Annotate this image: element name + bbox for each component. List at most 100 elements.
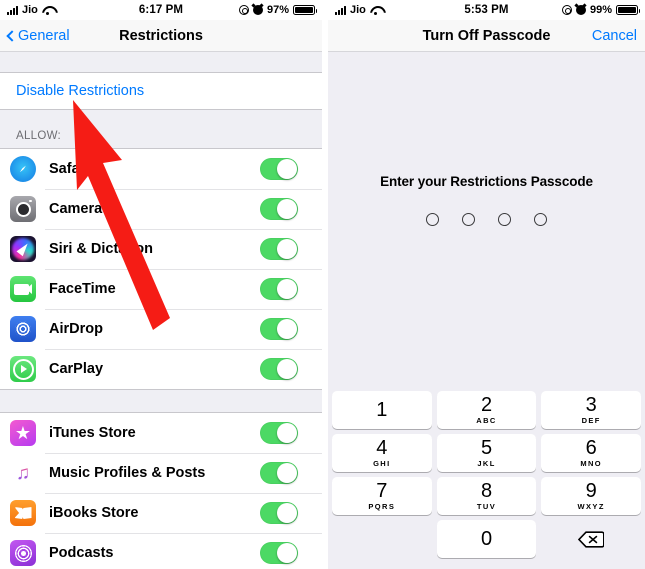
list-item-label: CarPlay [49,361,104,377]
status-right-group: 99% [561,4,640,16]
key-number: 4 [376,437,388,459]
music-icon [10,460,36,486]
ibooks-store-toggle[interactable] [260,502,298,524]
siri-toggle[interactable] [260,238,298,260]
list-item-label: Podcasts [49,545,114,561]
key-5[interactable]: 5 JKL [436,434,537,472]
airdrop-toggle[interactable] [260,318,298,340]
key-number: 5 [480,437,493,459]
list-item[interactable]: FaceTime [0,269,322,309]
battery-percent-label: 99% [589,4,612,16]
store-list: iTunes Store Music Profiles & Posts iBoo… [0,412,322,569]
list-item[interactable]: Music Profiles & Posts [0,453,322,493]
top-spacer [0,52,322,72]
key-9[interactable]: 9 WXYZ [541,477,642,515]
key-letters: JKL [477,459,496,468]
key-6[interactable]: 6 MNO [541,434,642,472]
list-item[interactable]: iBooks Store [0,493,322,533]
allow-list: Safari Camera Siri & Dictation FaceTime [0,148,322,390]
key-letters: PQRS [368,502,396,511]
list-item-label: Camera [49,201,103,217]
list-item[interactable]: Podcasts [0,533,322,569]
key-letters: DEF [581,416,601,425]
passcode-prompt-area: Enter your Restrictions Passcode [328,52,645,387]
list-item[interactable]: AirDrop [0,309,322,349]
key-4[interactable]: 4 GHI [332,434,432,472]
key-number: 6 [585,437,597,459]
key-1[interactable]: 1 [332,391,432,429]
alarm-clock-icon [575,5,586,15]
key-number: 0 [480,528,493,550]
passcode-entry-screen: Enter your Restrictions Passcode 1 2 ABC… [328,52,645,569]
list-item-label: iBooks Store [49,505,139,521]
key-letters: ABC [476,416,497,425]
carplay-icon [10,356,36,382]
backspace-delete-icon [578,530,605,548]
cancel-button[interactable]: Cancel [592,28,637,44]
disable-restrictions-label: Disable Restrictions [16,83,145,99]
key-7[interactable]: 7 PQRS [332,477,432,515]
right-status-bar: Jio 5:53 PM 99% [328,0,645,20]
key-number: 1 [376,398,388,421]
key-letters: TUV [476,502,497,511]
podcasts-toggle[interactable] [260,542,298,564]
passcode-prompt-label: Enter your Restrictions Passcode [380,174,593,189]
left-nav-bar: General Restrictions [0,20,322,52]
battery-percent-label: 97% [266,4,289,16]
chevron-left-icon [6,29,18,42]
back-label: General [18,27,70,44]
key-number: 7 [376,480,388,502]
rotation-lock-icon [238,5,249,15]
list-item-label: Music Profiles & Posts [49,465,206,481]
key-letters: WXYZ [577,502,605,511]
list-item[interactable]: Camera [0,189,322,229]
key-number: 8 [480,480,493,502]
group-separator [0,390,322,412]
siri-icon [10,236,36,262]
safari-toggle[interactable] [260,158,298,180]
left-phone-screen: Jio 6:17 PM 97% General Restrictions Dis… [0,0,322,569]
podcasts-icon [10,540,36,566]
right-nav-bar: Turn Off Passcode Cancel [328,20,645,52]
list-item-label: AirDrop [49,321,103,337]
list-item[interactable]: iTunes Store [0,413,322,453]
list-item[interactable]: Safari [0,149,322,189]
battery-icon [616,5,640,15]
list-item[interactable]: Siri & Dictation [0,229,322,269]
passcode-dots [426,213,547,226]
list-item-label: Safari [49,161,90,177]
list-item[interactable]: CarPlay [0,349,322,389]
list-item-label: iTunes Store [49,425,136,441]
key-8[interactable]: 8 TUV [436,477,537,515]
status-right-group: 97% [238,4,317,16]
camera-toggle[interactable] [260,198,298,220]
keypad-empty-slot [332,520,432,558]
safari-icon [10,156,36,182]
battery-icon [293,5,317,15]
facetime-icon [10,276,36,302]
passcode-dot [498,213,511,226]
key-letters: MNO [580,459,603,468]
passcode-dot [426,213,439,226]
airdrop-icon [10,316,36,342]
carplay-toggle[interactable] [260,358,298,380]
allow-group-header: ALLOW: [0,110,322,148]
key-3[interactable]: 3 DEF [541,391,642,429]
key-number: 2 [480,394,493,416]
list-item-label: FaceTime [49,281,116,297]
keypad-row: 7 PQRS 8 TUV 9 WXYZ [332,477,642,515]
key-2[interactable]: 2 ABC [436,391,537,429]
facetime-toggle[interactable] [260,278,298,300]
backspace-key[interactable] [541,520,641,558]
disable-restrictions-button[interactable]: Disable Restrictions [0,72,322,110]
key-0[interactable]: 0 [436,520,537,558]
key-letters: GHI [373,459,391,468]
key-number: 9 [585,480,597,502]
left-status-bar: Jio 6:17 PM 97% [0,0,322,20]
passcode-dot [462,213,475,226]
keypad-row: 4 GHI 5 JKL 6 MNO [332,434,642,472]
music-profiles-toggle[interactable] [260,462,298,484]
itunes-store-toggle[interactable] [260,422,298,444]
right-phone-screen: Jio 5:53 PM 99% Turn Off Passcode Cancel… [328,0,645,569]
back-to-general-button[interactable]: General [6,27,70,44]
